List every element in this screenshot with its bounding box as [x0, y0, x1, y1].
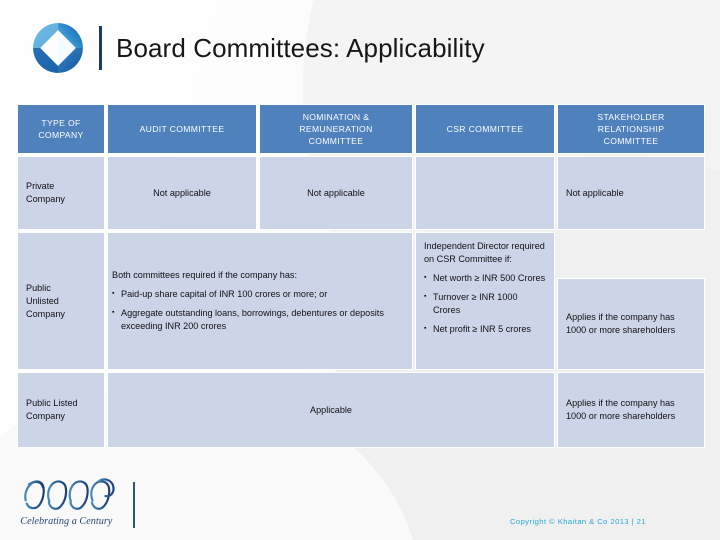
column-header-stakeholder-relationship-committee: STAKEHOLDER RELATIONSHIP COMMITTEE	[557, 104, 705, 154]
row-label-public-listed-company: Public Listed Company	[17, 372, 105, 448]
cell-private-csr	[415, 156, 555, 230]
slide-header: Board Committees: Applicability	[0, 0, 720, 96]
celebrating-a-century-logo-icon: Celebrating a Century	[20, 478, 115, 527]
cell-unlisted-csr: Independent Director required on CSR Com…	[415, 232, 555, 370]
cell-unlisted-stakeholder: Applies if the company has 1000 or more …	[557, 278, 705, 370]
row-label-listed-line2: Company	[26, 411, 65, 421]
list-item: Turnover ≥ INR 1000 Crores	[424, 290, 546, 317]
cell-private-nrc: Not applicable	[259, 156, 413, 230]
title-divider-rule	[99, 26, 102, 70]
column-header-srh-line2: RELATIONSHIP	[597, 124, 665, 134]
list-item: Paid-up share capital of INR 100 crores …	[112, 287, 404, 301]
column-header-nrc-line2: REMUNERATION	[299, 124, 373, 134]
column-header-type-line2: COMPANY	[38, 130, 84, 140]
row-label-private-line2: Company	[26, 194, 65, 204]
column-header-nrc-line3: COMMITTEE	[308, 136, 364, 146]
column-header-csr-committee: CSR COMMITTEE	[415, 104, 555, 154]
copyright-notice: Copyright © Khaitan & Co 2013 | 21	[509, 517, 646, 526]
column-header-type-of-company: TYPE OF COMPANY	[17, 104, 105, 154]
cell-private-stakeholder-text: Not applicable	[566, 187, 624, 198]
column-header-nrc-line1: NOMINATION &	[302, 112, 370, 122]
list-item: Aggregate outstanding loans, borrowings,…	[112, 306, 404, 333]
footer-logo-tagline-text: Celebrating a Century	[20, 516, 113, 527]
cell-private-audit: Not applicable	[107, 156, 257, 230]
cell-private-stakeholder: Not applicable	[557, 156, 705, 230]
list-item: Net worth ≥ INR 500 Crores	[424, 271, 546, 285]
column-header-audit-committee: AUDIT COMMITTEE	[107, 104, 257, 154]
khaitan-diamond-ring-logo-icon	[33, 23, 83, 73]
cell-listed-merged-text: Applicable	[310, 404, 352, 415]
footer-divider-rule	[133, 482, 135, 528]
cell-private-nrc-text: Not applicable	[307, 187, 365, 198]
cell-listed-stakeholder: Applies if the company has 1000 or more …	[557, 372, 705, 448]
cell-unlisted-stakeholder-text: Applies if the company has 1000 or more …	[566, 312, 676, 335]
column-header-srh-line3: COMMITTEE	[603, 136, 659, 146]
page-title: Board Committees: Applicability	[116, 32, 485, 63]
column-header-csr-label: CSR COMMITTEE	[446, 124, 524, 134]
column-header-audit-label: AUDIT COMMITTEE	[139, 124, 225, 134]
table-row-public-unlisted-company: Public Unlisted Company Both committees …	[17, 232, 705, 370]
slide-canvas: Board Committees: Applicability TYPE OF …	[0, 0, 720, 540]
cell-unlisted-merged-bullet-list: Paid-up share capital of INR 100 crores …	[112, 287, 404, 333]
row-label-unlisted-line3: Company	[26, 308, 65, 319]
cell-unlisted-csr-bullet-list: Net worth ≥ INR 500 Crores Turnover ≥ IN…	[424, 271, 546, 336]
row-label-listed-line1: Public Listed	[26, 398, 78, 408]
column-header-srh-line1: STAKEHOLDER	[597, 112, 665, 122]
table-row-private-company: Private Company Not applicable Not appli…	[17, 156, 705, 230]
cell-unlisted-audit-nrc-merged: Both committees required if the company …	[107, 232, 413, 370]
cell-private-audit-text: Not applicable	[153, 187, 211, 198]
row-label-public-unlisted-company: Public Unlisted Company	[17, 232, 105, 370]
row-label-private-company: Private Company	[17, 156, 105, 230]
list-item: Net profit ≥ INR 5 crores	[424, 322, 546, 336]
cell-listed-audit-nrc-csr-merged: Applicable	[107, 372, 555, 448]
column-header-nomination-remuneration-committee: NOMINATION & REMUNERATION COMMITTEE	[259, 104, 413, 154]
column-header-type-line1: TYPE OF	[41, 118, 81, 128]
table-header-row: TYPE OF COMPANY AUDIT COMMITTEE NOMINATI…	[17, 104, 705, 154]
table-row-public-listed-company: Public Listed Company Applicable Applies…	[17, 372, 705, 448]
applicability-matrix-table: TYPE OF COMPANY AUDIT COMMITTEE NOMINATI…	[17, 104, 705, 448]
row-label-unlisted-line2: Unlisted	[26, 295, 59, 306]
row-label-private-line1: Private	[26, 181, 55, 191]
cell-listed-stakeholder-text: Applies if the company has 1000 or more …	[566, 398, 676, 421]
cell-unlisted-merged-intro: Both committees required if the company …	[112, 270, 297, 280]
cell-unlisted-csr-intro: Independent Director required on CSR Com…	[424, 241, 545, 264]
row-label-unlisted-line1: Public	[26, 282, 51, 293]
